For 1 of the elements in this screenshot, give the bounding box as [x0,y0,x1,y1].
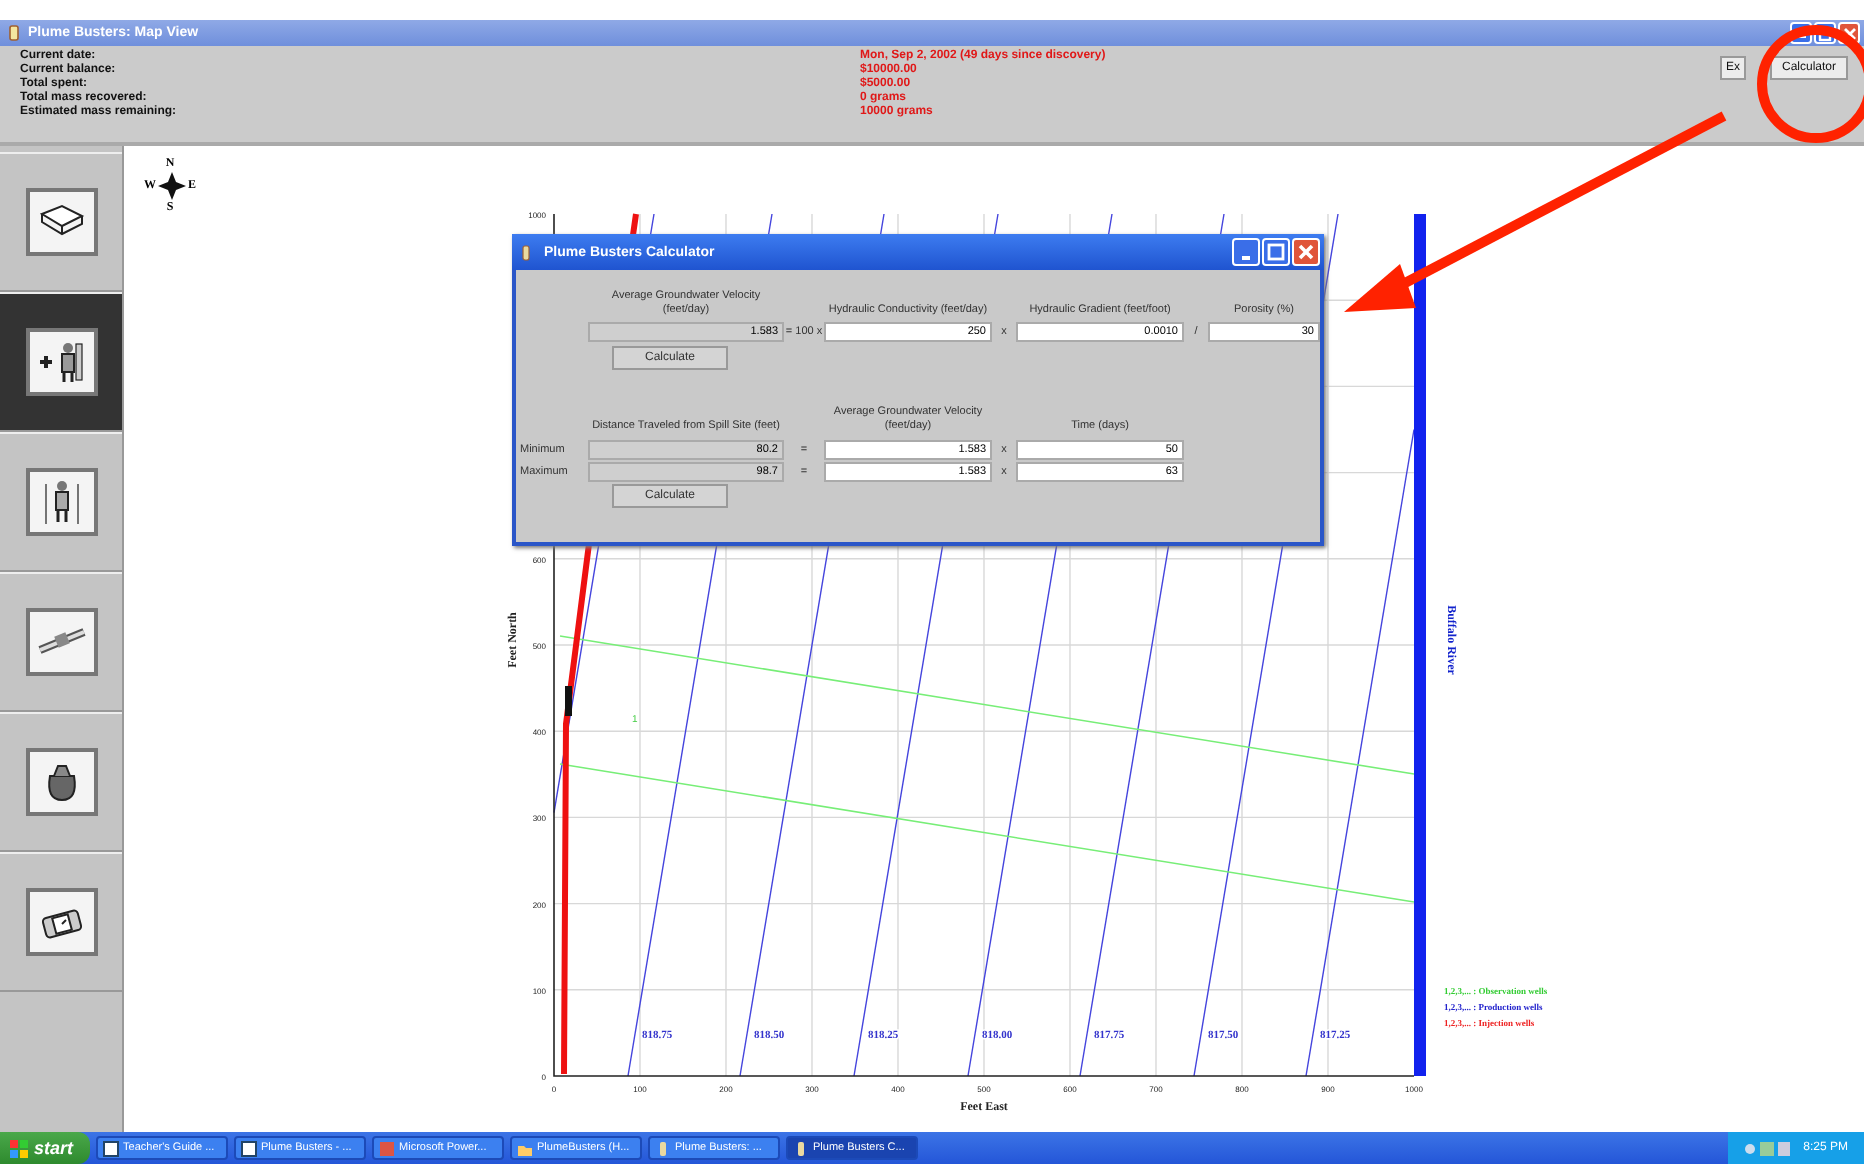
start-button[interactable]: start [0,1132,90,1164]
